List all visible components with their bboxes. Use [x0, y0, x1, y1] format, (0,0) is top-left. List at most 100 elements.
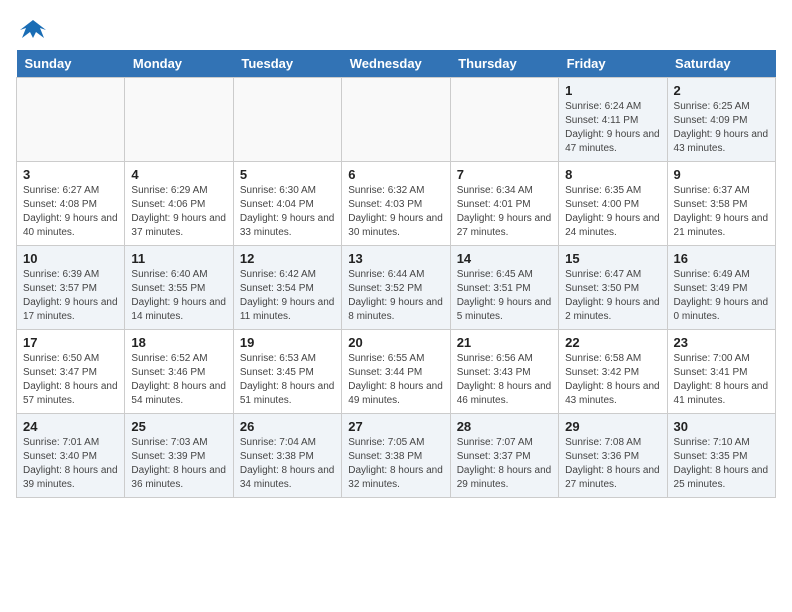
- day-info: Sunrise: 7:07 AM Sunset: 3:37 PM Dayligh…: [457, 436, 552, 492]
- day-number: 19: [240, 335, 335, 350]
- day-info: Sunrise: 6:37 AM Sunset: 3:58 PM Dayligh…: [674, 184, 769, 240]
- day-info: Sunrise: 6:30 AM Sunset: 4:04 PM Dayligh…: [240, 184, 335, 240]
- day-info: Sunrise: 6:29 AM Sunset: 4:06 PM Dayligh…: [131, 184, 226, 240]
- calendar-cell: 28 Sunrise: 7:07 AM Sunset: 3:37 PM Dayli…: [450, 414, 558, 498]
- calendar-cell: 9 Sunrise: 6:37 AM Sunset: 3:58 PM Daylig…: [667, 162, 775, 246]
- day-info: Sunrise: 6:53 AM Sunset: 3:45 PM Dayligh…: [240, 352, 335, 408]
- calendar-cell: 15Sunrise: 6:47 AM Sunset: 3:50 PM Dayli…: [559, 246, 667, 330]
- weekday-header-thursday: Thursday: [450, 50, 558, 78]
- day-info: Sunrise: 6:24 AM Sunset: 4:11 PM Dayligh…: [565, 100, 660, 156]
- day-info: Sunrise: 6:34 AM Sunset: 4:01 PM Dayligh…: [457, 184, 552, 240]
- day-info: Sunrise: 6:58 AM Sunset: 3:42 PM Dayligh…: [565, 352, 660, 408]
- day-info: Sunrise: 6:39 AM Sunset: 3:57 PM Dayligh…: [23, 268, 118, 324]
- calendar-cell: 5 Sunrise: 6:30 AM Sunset: 4:04 PM Daylig…: [233, 162, 341, 246]
- logo-bird-icon: [18, 16, 48, 44]
- day-number: 27: [348, 419, 443, 434]
- day-number: 21: [457, 335, 552, 350]
- day-number: 1: [565, 83, 660, 98]
- day-number: 17: [23, 335, 118, 350]
- day-number: 18: [131, 335, 226, 350]
- day-info: Sunrise: 6:55 AM Sunset: 3:44 PM Dayligh…: [348, 352, 443, 408]
- calendar-cell: 13 Sunrise: 6:44 AM Sunset: 3:52 PM Dayli…: [342, 246, 450, 330]
- day-number: 30: [674, 419, 769, 434]
- day-number: 6: [348, 167, 443, 182]
- day-number: 15: [565, 251, 660, 266]
- day-number: 28: [457, 419, 552, 434]
- calendar-cell: 16Sunrise: 6:49 AM Sunset: 3:49 PM Dayli…: [667, 246, 775, 330]
- day-info: Sunrise: 6:45 AM Sunset: 3:51 PM Dayligh…: [457, 268, 552, 324]
- calendar-cell: 17 Sunrise: 6:50 AM Sunset: 3:47 PM Dayli…: [17, 330, 125, 414]
- calendar-cell: 14 Sunrise: 6:45 AM Sunset: 3:51 PM Dayli…: [450, 246, 558, 330]
- day-number: 9: [674, 167, 769, 182]
- day-info: Sunrise: 7:08 AM Sunset: 3:36 PM Dayligh…: [565, 436, 660, 492]
- day-info: Sunrise: 7:04 AM Sunset: 3:38 PM Dayligh…: [240, 436, 335, 492]
- calendar-cell: 7 Sunrise: 6:34 AM Sunset: 4:01 PM Daylig…: [450, 162, 558, 246]
- day-number: 10: [23, 251, 118, 266]
- calendar-cell: 18 Sunrise: 6:52 AM Sunset: 3:46 PM Dayli…: [125, 330, 233, 414]
- calendar-cell: 26 Sunrise: 7:04 AM Sunset: 3:38 PM Dayli…: [233, 414, 341, 498]
- calendar-cell: [233, 78, 341, 162]
- weekday-header-saturday: Saturday: [667, 50, 775, 78]
- calendar-cell: 29 Sunrise: 7:08 AM Sunset: 3:36 PM Dayli…: [559, 414, 667, 498]
- weekday-header-tuesday: Tuesday: [233, 50, 341, 78]
- day-info: Sunrise: 6:42 AM Sunset: 3:54 PM Dayligh…: [240, 268, 335, 324]
- day-number: 29: [565, 419, 660, 434]
- calendar-cell: 19 Sunrise: 6:53 AM Sunset: 3:45 PM Dayli…: [233, 330, 341, 414]
- logo: [16, 16, 48, 38]
- calendar-cell: 3 Sunrise: 6:27 AM Sunset: 4:08 PM Daylig…: [17, 162, 125, 246]
- calendar-cell: [342, 78, 450, 162]
- calendar-cell: 10 Sunrise: 6:39 AM Sunset: 3:57 PM Dayli…: [17, 246, 125, 330]
- day-info: Sunrise: 7:10 AM Sunset: 3:35 PM Dayligh…: [674, 436, 769, 492]
- calendar-cell: 11Sunrise: 6:40 AM Sunset: 3:55 PM Dayli…: [125, 246, 233, 330]
- day-number: 25: [131, 419, 226, 434]
- day-number: 13: [348, 251, 443, 266]
- day-number: 2: [674, 83, 769, 98]
- weekday-header-sunday: Sunday: [17, 50, 125, 78]
- calendar-cell: 20Sunrise: 6:55 AM Sunset: 3:44 PM Dayli…: [342, 330, 450, 414]
- day-number: 7: [457, 167, 552, 182]
- calendar-cell: 4 Sunrise: 6:29 AM Sunset: 4:06 PM Daylig…: [125, 162, 233, 246]
- day-info: Sunrise: 6:25 AM Sunset: 4:09 PM Dayligh…: [674, 100, 769, 156]
- calendar-cell: 24 Sunrise: 7:01 AM Sunset: 3:40 PM Dayli…: [17, 414, 125, 498]
- day-info: Sunrise: 6:52 AM Sunset: 3:46 PM Dayligh…: [131, 352, 226, 408]
- day-number: 4: [131, 167, 226, 182]
- calendar-cell: 25 Sunrise: 7:03 AM Sunset: 3:39 PM Dayli…: [125, 414, 233, 498]
- day-number: 24: [23, 419, 118, 434]
- header: [16, 16, 776, 38]
- calendar-cell: 2 Sunrise: 6:25 AM Sunset: 4:09 PM Daylig…: [667, 78, 775, 162]
- calendar-cell: 6 Sunrise: 6:32 AM Sunset: 4:03 PM Daylig…: [342, 162, 450, 246]
- day-info: Sunrise: 7:03 AM Sunset: 3:39 PM Dayligh…: [131, 436, 226, 492]
- day-info: Sunrise: 6:50 AM Sunset: 3:47 PM Dayligh…: [23, 352, 118, 408]
- calendar-cell: [450, 78, 558, 162]
- calendar-cell: 23 Sunrise: 7:00 AM Sunset: 3:41 PM Dayli…: [667, 330, 775, 414]
- day-info: Sunrise: 7:05 AM Sunset: 3:38 PM Dayligh…: [348, 436, 443, 492]
- calendar-cell: 12 Sunrise: 6:42 AM Sunset: 3:54 PM Dayli…: [233, 246, 341, 330]
- day-number: 23: [674, 335, 769, 350]
- day-info: Sunrise: 7:00 AM Sunset: 3:41 PM Dayligh…: [674, 352, 769, 408]
- calendar-cell: [17, 78, 125, 162]
- day-number: 5: [240, 167, 335, 182]
- calendar-table: SundayMondayTuesdayWednesdayThursdayFrid…: [16, 50, 776, 498]
- calendar-cell: 30 Sunrise: 7:10 AM Sunset: 3:35 PM Dayli…: [667, 414, 775, 498]
- day-info: Sunrise: 6:27 AM Sunset: 4:08 PM Dayligh…: [23, 184, 118, 240]
- day-number: 3: [23, 167, 118, 182]
- calendar-cell: 22 Sunrise: 6:58 AM Sunset: 3:42 PM Dayli…: [559, 330, 667, 414]
- day-number: 14: [457, 251, 552, 266]
- day-number: 22: [565, 335, 660, 350]
- day-info: Sunrise: 6:49 AM Sunset: 3:49 PM Dayligh…: [674, 268, 769, 324]
- day-number: 26: [240, 419, 335, 434]
- weekday-header-monday: Monday: [125, 50, 233, 78]
- day-info: Sunrise: 6:56 AM Sunset: 3:43 PM Dayligh…: [457, 352, 552, 408]
- weekday-header-friday: Friday: [559, 50, 667, 78]
- calendar-cell: 1 Sunrise: 6:24 AM Sunset: 4:11 PM Daylig…: [559, 78, 667, 162]
- day-info: Sunrise: 6:32 AM Sunset: 4:03 PM Dayligh…: [348, 184, 443, 240]
- day-number: 12: [240, 251, 335, 266]
- day-info: Sunrise: 6:44 AM Sunset: 3:52 PM Dayligh…: [348, 268, 443, 324]
- calendar-cell: 21 Sunrise: 6:56 AM Sunset: 3:43 PM Dayli…: [450, 330, 558, 414]
- weekday-header-wednesday: Wednesday: [342, 50, 450, 78]
- calendar-cell: 8Sunrise: 6:35 AM Sunset: 4:00 PM Daylig…: [559, 162, 667, 246]
- day-info: Sunrise: 6:40 AM Sunset: 3:55 PM Dayligh…: [131, 268, 226, 324]
- calendar-cell: 27 Sunrise: 7:05 AM Sunset: 3:38 PM Dayli…: [342, 414, 450, 498]
- day-info: Sunrise: 6:35 AM Sunset: 4:00 PM Dayligh…: [565, 184, 660, 240]
- day-info: Sunrise: 7:01 AM Sunset: 3:40 PM Dayligh…: [23, 436, 118, 492]
